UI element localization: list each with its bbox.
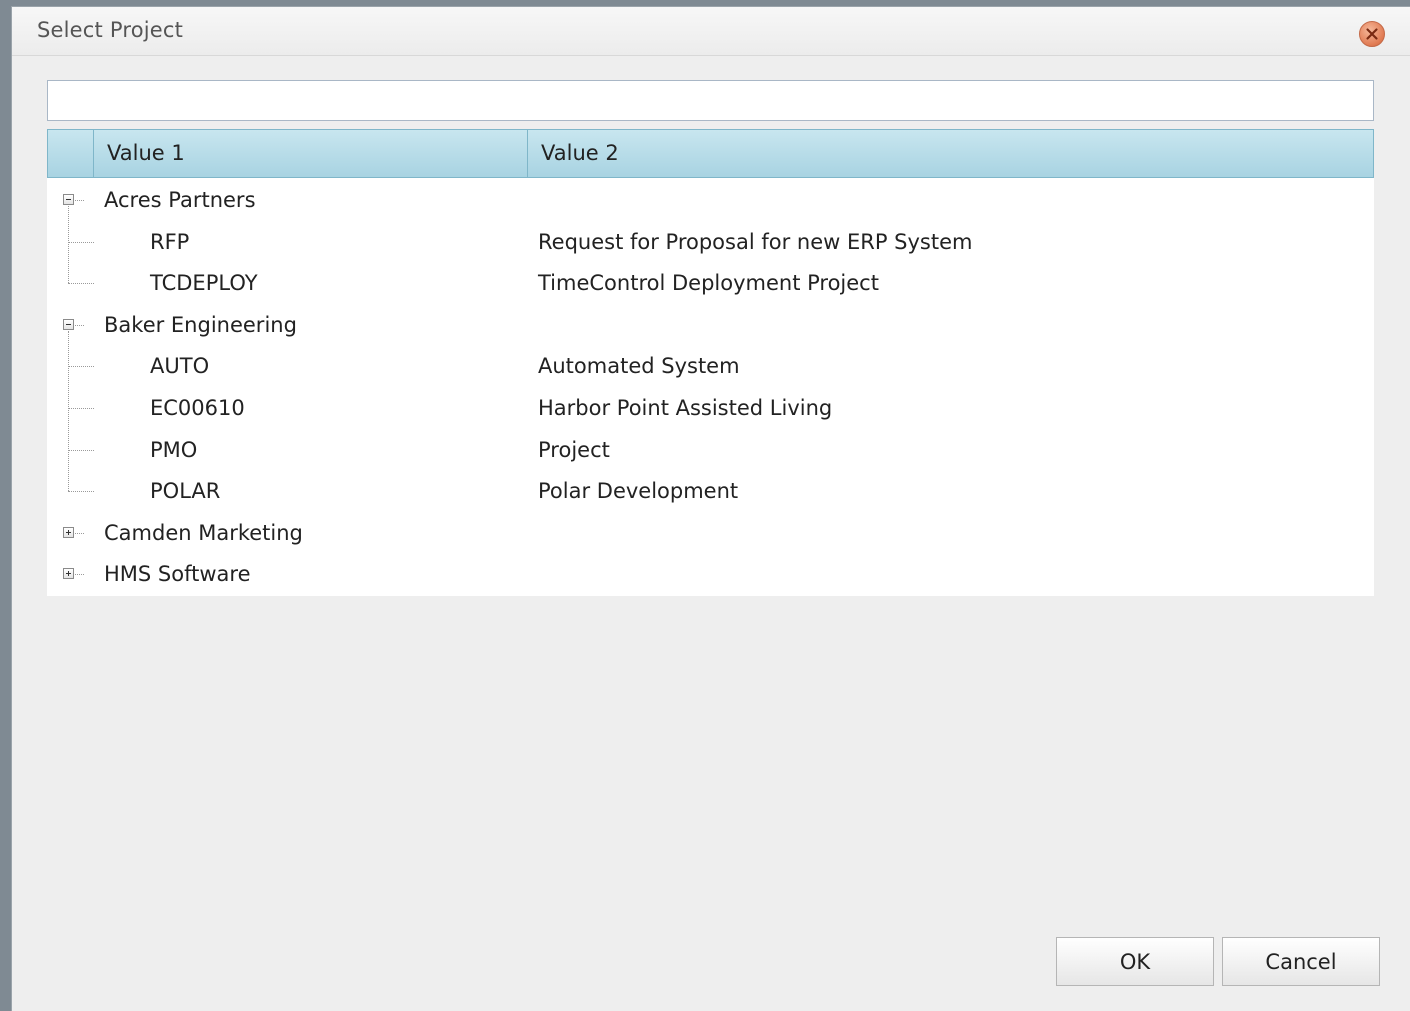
tree-group-row[interactable]: HMS Software: [47, 554, 1374, 595]
tree-connector: [75, 200, 84, 202]
tree-group-row[interactable]: Baker Engineering: [47, 305, 1374, 346]
dialog-title: Select Project: [37, 18, 184, 42]
tree-group-label: Acres Partners: [104, 188, 256, 212]
tree-connector: [75, 574, 84, 576]
project-code: TCDEPLOY: [150, 271, 258, 296]
project-description: Request for Proposal for new ERP System: [538, 229, 973, 254]
header-cell-value-2[interactable]: Value 2: [528, 130, 1373, 177]
search-input[interactable]: [47, 80, 1374, 121]
tree-connector: [68, 408, 94, 410]
collapse-icon[interactable]: [63, 318, 74, 330]
select-project-dialog: Select Project Value 1 Value 2 Acres Par…: [11, 6, 1410, 1011]
header-cell-toggle[interactable]: [48, 130, 94, 177]
project-code: POLAR: [150, 479, 221, 504]
cancel-button[interactable]: Cancel: [1222, 937, 1380, 986]
tree-connector: [68, 241, 94, 244]
tree-group-label: HMS Software: [104, 562, 251, 587]
project-code: PMO: [150, 437, 198, 462]
project-description: Project: [538, 437, 610, 462]
tree-item-row[interactable]: POLAR Polar Development: [47, 471, 1374, 512]
tree-connector: [75, 324, 84, 327]
collapse-icon[interactable]: [63, 194, 74, 205]
tree-group-row[interactable]: Acres Partners: [47, 180, 1374, 221]
ok-button[interactable]: OK: [1056, 937, 1214, 986]
dialog-titlebar[interactable]: Select Project: [12, 7, 1410, 56]
project-description: TimeControl Deployment Project: [538, 271, 879, 296]
tree-connector: [68, 449, 94, 452]
tree-item-row[interactable]: RFP Request for Proposal for new ERP Syst…: [47, 222, 1374, 263]
close-x-glyph: [1366, 28, 1378, 40]
tree-group-row[interactable]: Camden Marketing: [47, 513, 1374, 554]
tree-item-row[interactable]: PMO Project: [47, 430, 1374, 471]
tree-connector: [68, 491, 94, 493]
expand-icon[interactable]: [63, 568, 74, 580]
project-description: Harbor Point Assisted Living: [538, 396, 833, 420]
tree-group-label: Baker Engineering: [104, 312, 297, 337]
header-cell-value-1[interactable]: Value 1: [94, 130, 528, 177]
tree-item-row[interactable]: EC00610 Harbor Point Assisted Living: [47, 388, 1374, 429]
tree-connector: [75, 532, 84, 535]
grid-header: Value 1 Value 2: [47, 129, 1374, 178]
project-code: RFP: [150, 229, 190, 254]
project-code: EC00610: [150, 396, 245, 420]
close-icon[interactable]: [1359, 21, 1385, 47]
expand-icon[interactable]: [63, 526, 74, 538]
tree-item-row[interactable]: AUTO Automated System: [47, 346, 1374, 387]
project-code: AUTO: [150, 354, 210, 379]
tree-group-label: Camden Marketing: [104, 520, 303, 545]
tree-item-row[interactable]: TCDEPLOY TimeControl Deployment Project: [47, 263, 1374, 304]
tree-connector: [68, 366, 94, 368]
project-tree-grid: Value 1 Value 2 Acres Partners RFP Request…: [47, 129, 1374, 596]
tree-connector: [68, 283, 94, 285]
project-description: Automated System: [538, 354, 740, 379]
project-description: Polar Development: [538, 479, 739, 504]
